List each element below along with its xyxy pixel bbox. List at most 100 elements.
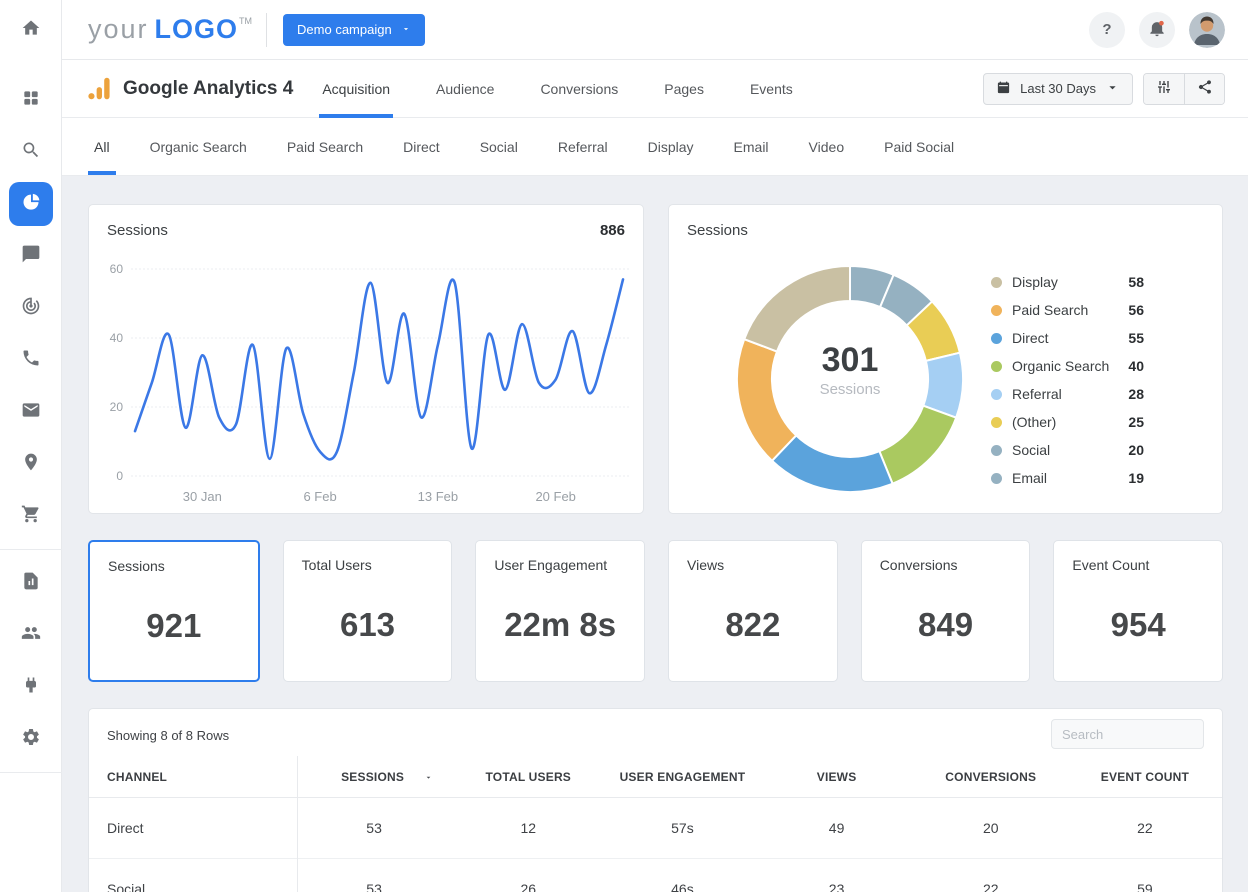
legend-color-dot — [991, 416, 1002, 428]
tab-conversions[interactable]: Conversions — [537, 60, 621, 118]
legend-item[interactable]: Paid Search 56 — [991, 296, 1144, 324]
chart-title: Sessions — [107, 222, 168, 239]
channel-tab-direct[interactable]: Direct — [397, 118, 446, 175]
user-avatar[interactable] — [1189, 11, 1225, 48]
column-header-event-count[interactable]: Event Count — [1068, 770, 1222, 784]
channel-tab-video[interactable]: Video — [803, 118, 851, 175]
cell-value: 46s — [671, 881, 694, 892]
tab-events[interactable]: Events — [747, 60, 796, 118]
google-analytics-icon — [88, 77, 110, 100]
campaign-selector-button[interactable]: Demo campaign — [283, 13, 425, 46]
avatar-image — [1189, 11, 1225, 48]
kpi-card-sessions[interactable]: Sessions 921 — [88, 540, 260, 682]
cell-value: 12 — [520, 820, 537, 836]
table-row-social[interactable]: Social 53 26 46s 23 22 59 — [89, 859, 1222, 892]
channel-tab-social[interactable]: Social — [474, 118, 524, 175]
channel-tab-display[interactable]: Display — [642, 118, 700, 175]
kpi-card-conversions[interactable]: Conversions 849 — [860, 540, 1031, 682]
table-row-count: Showing 8 of 8 Rows — [107, 728, 230, 743]
sidebar-item-home[interactable] — [9, 8, 53, 52]
sidebar-item-integrations[interactable] — [9, 665, 53, 709]
channel-tab-organic-search[interactable]: Organic Search — [144, 118, 253, 175]
column-header-total-users[interactable]: Total Users — [451, 770, 605, 784]
legend-item[interactable]: Social 20 — [991, 436, 1144, 464]
date-range-button[interactable]: Last 30 Days — [983, 72, 1133, 105]
channel-tab-referral[interactable]: Referral — [552, 118, 614, 175]
pie-chart-icon — [21, 192, 41, 217]
share-button[interactable] — [1184, 73, 1224, 104]
legend-label: Organic Search — [1012, 358, 1110, 374]
sidebar-item-locations[interactable] — [9, 442, 53, 486]
report-tools — [1143, 72, 1225, 105]
sidebar-item-settings[interactable] — [9, 717, 53, 761]
sidebar-item-documents[interactable] — [9, 561, 53, 605]
app-logo[interactable]: your LOGO TM — [88, 14, 252, 45]
table-search-input[interactable] — [1051, 719, 1204, 749]
legend-item[interactable]: Direct 55 — [991, 324, 1144, 352]
tab-pages[interactable]: Pages — [661, 60, 707, 118]
gear-icon — [21, 727, 41, 752]
kpi-label: Views — [687, 557, 725, 573]
location-pin-icon — [21, 452, 41, 477]
tab-acquisition[interactable]: Acquisition — [319, 60, 394, 118]
report-doc-icon — [21, 571, 41, 596]
table-body: Direct 53 12 57s 49 20 22 Social 53 26 46s 23 22 59 — [89, 798, 1222, 892]
channel-tab-paid-social[interactable]: Paid Social — [878, 118, 960, 175]
column-header-user-engagement[interactable]: User Engagement — [605, 770, 759, 784]
column-header-views[interactable]: Views — [760, 770, 914, 784]
svg-text:13 Feb: 13 Feb — [418, 489, 458, 504]
chart-total-value: 886 — [599, 222, 625, 239]
filters-button[interactable] — [1144, 73, 1184, 104]
header-divider — [266, 12, 268, 47]
legend-value: 25 — [1128, 414, 1144, 430]
sidebar-item-search[interactable] — [9, 130, 53, 174]
channel-tab-paid-search[interactable]: Paid Search — [281, 118, 369, 175]
sidebar-item-apps[interactable] — [9, 78, 53, 122]
sidebar-item-email[interactable] — [9, 390, 53, 434]
sidebar-item-chat[interactable] — [9, 234, 53, 278]
channel-filter-tabs: All Organic Search Paid Search Direct Social… — [62, 118, 1248, 176]
legend-item[interactable]: Organic Search 40 — [991, 352, 1144, 380]
column-header-sessions[interactable]: Sessions — [297, 770, 451, 784]
legend-item[interactable]: Referral 28 — [991, 380, 1144, 408]
notifications-button[interactable] — [1139, 11, 1175, 48]
sort-caret-icon[interactable] — [424, 770, 433, 784]
svg-text:30 Jan: 30 Jan — [183, 489, 222, 504]
sidebar-item-calls[interactable] — [9, 338, 53, 382]
kpi-card-user-engagement[interactable]: User Engagement 22m 8s — [475, 540, 646, 682]
cell-channel: Social — [107, 881, 146, 892]
legend-color-dot — [991, 444, 1002, 456]
legend-item[interactable]: (Other) 25 — [991, 408, 1144, 436]
tab-audience[interactable]: Audience — [433, 60, 497, 118]
legend-value: 28 — [1128, 386, 1144, 402]
sidebar-item-reports[interactable] — [8, 182, 53, 226]
svg-text:20 Feb: 20 Feb — [535, 489, 575, 504]
report-title: Google Analytics 4 — [123, 77, 294, 99]
column-header-conversions[interactable]: Conversions — [914, 770, 1068, 784]
svg-text:0: 0 — [116, 469, 123, 483]
channel-tab-email[interactable]: Email — [728, 118, 775, 175]
table-row-direct[interactable]: Direct 53 12 57s 49 20 22 — [89, 798, 1222, 859]
help-button[interactable]: ? — [1089, 11, 1125, 48]
svg-text:20: 20 — [110, 400, 124, 414]
legend-label: (Other) — [1012, 414, 1057, 430]
column-header-channel[interactable]: Channel — [89, 770, 297, 784]
legend-label: Paid Search — [1012, 302, 1089, 318]
kpi-card-views[interactable]: Views 822 — [668, 540, 838, 682]
sidebar-item-audience[interactable] — [9, 613, 53, 657]
sidebar-item-ecommerce[interactable] — [9, 494, 53, 538]
sidebar — [0, 0, 62, 892]
kpi-value: 954 — [1110, 606, 1166, 643]
kpi-card-event-count[interactable]: Event Count 954 — [1053, 540, 1224, 682]
sessions-line-chart-card: 60 40 20 0 30 Jan 6 Feb 13 Feb 20 Feb Sessions … — [88, 204, 644, 514]
kpi-card-total-users[interactable]: Total Users 613 — [282, 540, 453, 682]
legend-label: Direct — [1012, 330, 1049, 346]
sessions-donut-chart-card: Sessions 301 Sessions Display 58 Paid Sear… — [668, 204, 1223, 514]
cell-value: 22 — [982, 881, 999, 892]
sidebar-item-campaigns[interactable] — [9, 286, 53, 330]
legend-item[interactable]: Display 58 — [991, 268, 1144, 296]
channel-tab-all[interactable]: All — [88, 118, 116, 175]
legend-item[interactable]: Email 19 — [991, 464, 1144, 492]
cell-channel: Direct — [107, 820, 144, 836]
kpi-label: Event Count — [1072, 557, 1150, 573]
